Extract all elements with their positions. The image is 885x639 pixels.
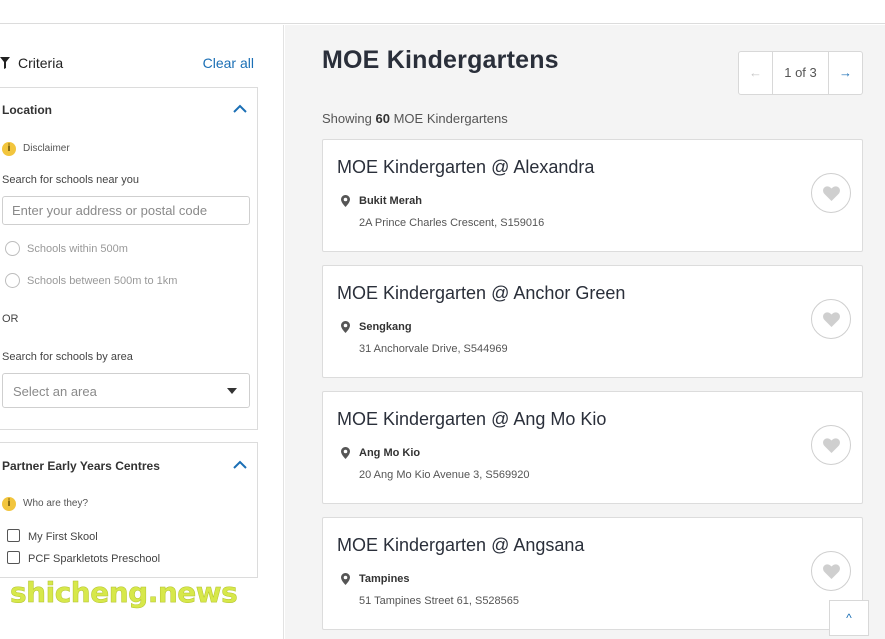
filter-sidebar: Criteria Clear all Location i Disclaimer… xyxy=(0,25,284,639)
showing-prefix: Showing xyxy=(322,111,372,126)
showing-suffix: MOE Kindergartens xyxy=(393,111,508,126)
caret-down-icon xyxy=(227,388,237,394)
who-are-they-link[interactable]: Who are they? xyxy=(23,498,88,509)
card-area: Tampines xyxy=(359,573,410,585)
heart-icon xyxy=(823,564,840,579)
page-indicator: 1 of 3 xyxy=(784,65,817,80)
favourite-button[interactable] xyxy=(811,551,851,591)
card-area: Bukit Merah xyxy=(359,195,422,207)
kindergarten-card[interactable]: MOE Kindergarten @ Alexandra Bukit Merah… xyxy=(322,139,863,252)
card-area: Ang Mo Kio xyxy=(359,447,421,459)
criteria-label: Criteria xyxy=(18,55,64,71)
card-title[interactable]: MOE Kindergarten @ Angsana xyxy=(337,535,584,556)
location-pin-icon xyxy=(341,321,350,333)
location-pin-icon xyxy=(341,195,350,207)
card-title[interactable]: MOE Kindergarten @ Alexandra xyxy=(337,157,594,178)
card-area: Sengkang xyxy=(359,321,412,333)
results-area: MOE Kindergartens ← 1 of 3 → Showing 60 … xyxy=(285,25,885,639)
radio-within-500m[interactable] xyxy=(5,241,20,256)
page-title: MOE Kindergartens xyxy=(322,46,559,74)
heart-icon xyxy=(823,312,840,327)
heart-icon xyxy=(823,438,840,453)
info-icon: i xyxy=(2,142,16,156)
next-page-button[interactable]: → xyxy=(828,52,862,94)
favourite-button[interactable] xyxy=(811,299,851,339)
area-select[interactable]: Select an area xyxy=(2,373,250,408)
location-title: Location xyxy=(2,103,52,117)
showing-count: 60 xyxy=(375,111,390,126)
scroll-to-top-button[interactable]: ^ xyxy=(829,600,869,636)
info-icon: i xyxy=(2,497,16,511)
checkbox-my-first-skool[interactable] xyxy=(7,529,20,542)
kindergarten-card[interactable]: MOE Kindergarten @ Ang Mo Kio Ang Mo Kio… xyxy=(322,391,863,504)
card-address: 31 Anchorvale Drive, S544969 xyxy=(359,343,508,355)
criteria-header: Criteria Clear all xyxy=(0,53,284,75)
check-label-my-first-skool: My First Skool xyxy=(28,531,98,543)
address-input[interactable] xyxy=(2,196,250,225)
watermark: shicheng.news xyxy=(10,576,238,610)
top-bar xyxy=(0,0,885,24)
checkbox-pcf-sparkletots[interactable] xyxy=(7,551,20,564)
location-pin-icon xyxy=(341,447,350,459)
filter-icon xyxy=(0,57,10,69)
radio-label-within-500m: Schools within 500m xyxy=(27,243,128,255)
card-address: 51 Tampines Street 61, S528565 xyxy=(359,595,520,607)
heart-icon xyxy=(823,186,840,201)
area-select-value: Select an area xyxy=(13,384,97,399)
check-label-pcf-sparkletots: PCF Sparkletots Preschool xyxy=(28,553,161,565)
kindergarten-card[interactable]: MOE Kindergarten @ Anchor Green Sengkang… xyxy=(322,265,863,378)
card-address: 2A Prince Charles Crescent, S159016 xyxy=(359,217,545,229)
results-count: Showing 60 MOE Kindergartens xyxy=(322,111,508,126)
location-panel: Location i Disclaimer Search for schools… xyxy=(0,87,258,430)
partner-panel: Partner Early Years Centres i Who are th… xyxy=(0,442,258,578)
radio-label-500m-to-1km: Schools between 500m to 1km xyxy=(27,275,178,287)
location-pin-icon xyxy=(341,573,350,585)
favourite-button[interactable] xyxy=(811,173,851,213)
card-address: 20 Ang Mo Kio Avenue 3, S569920 xyxy=(359,469,530,481)
favourite-button[interactable] xyxy=(811,425,851,465)
search-near-label: Search for schools near you xyxy=(2,174,139,186)
disclaimer-link[interactable]: Disclaimer xyxy=(23,143,70,154)
pagination: ← 1 of 3 → xyxy=(738,51,863,95)
clear-all-link[interactable]: Clear all xyxy=(203,55,254,71)
prev-page-button[interactable]: ← xyxy=(739,52,773,94)
partner-title: Partner Early Years Centres xyxy=(2,459,160,473)
or-label: OR xyxy=(2,313,19,325)
chevron-up-icon[interactable] xyxy=(233,104,247,114)
search-area-label: Search for schools by area xyxy=(2,351,133,363)
chevron-up-icon[interactable] xyxy=(233,460,247,470)
kindergarten-card[interactable]: MOE Kindergarten @ Angsana Tampines 51 T… xyxy=(322,517,863,630)
card-title[interactable]: MOE Kindergarten @ Ang Mo Kio xyxy=(337,409,606,430)
card-title[interactable]: MOE Kindergarten @ Anchor Green xyxy=(337,283,625,304)
radio-500m-to-1km[interactable] xyxy=(5,273,20,288)
